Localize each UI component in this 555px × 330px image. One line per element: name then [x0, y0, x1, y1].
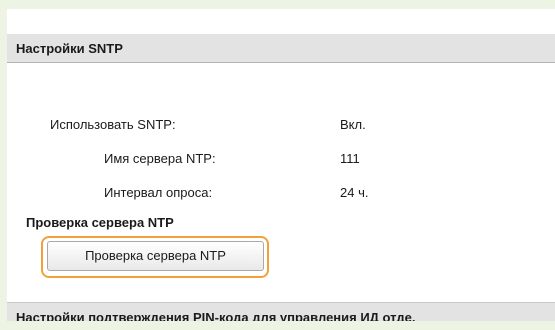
poll-interval-label: Интервал опроса:	[104, 185, 213, 200]
use-sntp-value: Вкл.	[340, 117, 366, 132]
sntp-settings-header: Настройки SNTP	[7, 34, 555, 63]
ntp-server-check-heading: Проверка сервера NTP	[26, 215, 174, 230]
poll-interval-value: 24 ч.	[340, 185, 369, 200]
pin-confirmation-settings-header: Настройки подтверждения PIN-кода для упр…	[7, 302, 555, 321]
check-ntp-server-button[interactable]: Проверка сервера NTP	[47, 241, 264, 271]
use-sntp-label: Использовать SNTP:	[50, 117, 176, 132]
settings-panel: Настройки SNTP Использовать SNTP: Вкл. И…	[7, 9, 555, 321]
ntp-server-name-label: Имя сервера NTP:	[104, 151, 216, 166]
ntp-server-name-value: 111	[340, 151, 360, 166]
